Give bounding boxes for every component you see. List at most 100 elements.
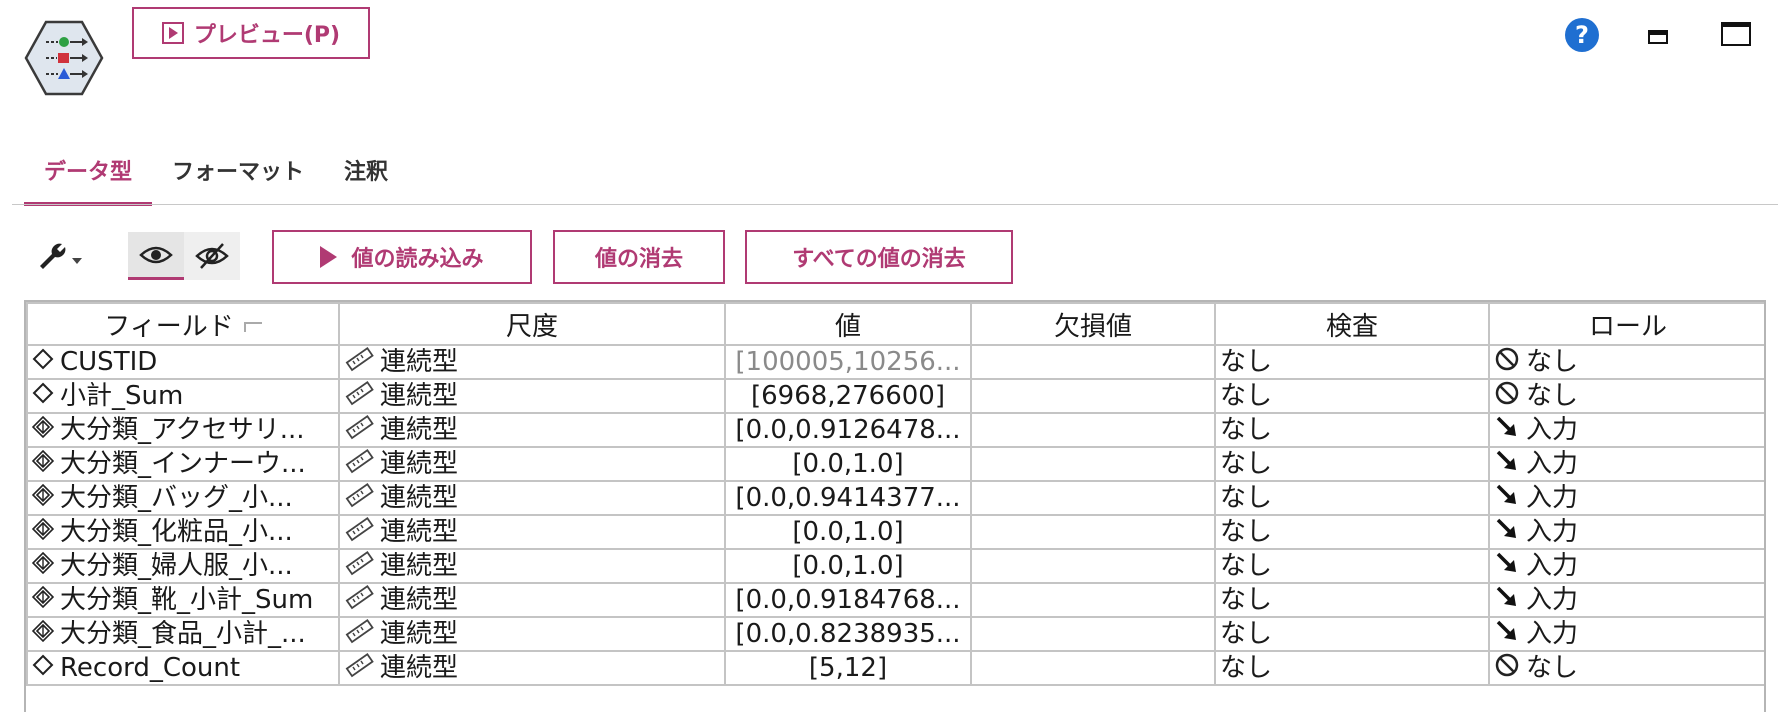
check-cell[interactable]: なし [1214,378,1490,414]
input-role-icon [1494,483,1520,513]
missing-cell[interactable] [970,344,1216,380]
missing-cell[interactable] [970,378,1216,414]
missing-cell[interactable] [970,514,1216,550]
measure-label: 連続型 [380,484,459,512]
ruler-icon [344,381,374,411]
field-cell[interactable]: 大分類_インナーウ... [26,446,340,482]
missing-cell[interactable] [970,582,1216,618]
field-cell[interactable]: Record_Count [26,650,340,686]
column-header-missing[interactable]: 欠損値 [970,302,1216,346]
values-cell[interactable]: [100005,10256... [724,344,972,380]
ruler-icon [344,585,374,615]
column-header-measure[interactable]: 尺度 [338,302,726,346]
table-row[interactable]: 大分類_インナーウ... 連続型 [0.0,1.0] なし 入力 [26,446,1764,482]
role-cell[interactable]: 入力 [1488,548,1764,584]
field-name: 大分類_化粧品_小... [60,518,293,546]
minimize-icon[interactable] [1648,30,1668,44]
check-cell[interactable]: なし [1214,446,1490,482]
missing-cell[interactable] [970,446,1216,482]
field-cell[interactable]: 大分類_アクセサリ... [26,412,340,448]
role-cell[interactable]: 入力 [1488,514,1764,550]
table-row[interactable]: 大分類_靴_小計_Sum 連続型 [0.0,0.9184768... なし 入力 [26,582,1764,618]
role-cell[interactable]: なし [1488,344,1764,380]
role-cell[interactable]: 入力 [1488,412,1764,448]
clear-values-button[interactable]: 値の消去 [553,230,725,284]
field-cell[interactable]: 大分類_バッグ_小... [26,480,340,516]
check-cell[interactable]: なし [1214,582,1490,618]
field-cell[interactable]: 大分類_婦人服_小... [26,548,340,584]
read-values-button[interactable]: 値の読み込み [272,230,532,284]
field-cell[interactable]: CUSTID [26,344,340,380]
role-cell[interactable]: 入力 [1488,582,1764,618]
measure-cell[interactable]: 連続型 [338,412,726,448]
role-cell[interactable]: 入力 [1488,616,1764,652]
show-fields-eye-icon[interactable] [128,232,184,280]
ruler-icon [344,619,374,649]
measure-cell[interactable]: 連続型 [338,480,726,516]
check-cell[interactable]: なし [1214,412,1490,448]
role-cell[interactable]: 入力 [1488,446,1764,482]
role-cell[interactable]: 入力 [1488,480,1764,516]
field-cell[interactable]: 小計_Sum [26,378,340,414]
measure-cell[interactable]: 連続型 [338,344,726,380]
role-cell[interactable]: なし [1488,378,1764,414]
check-cell[interactable]: なし [1214,344,1490,380]
table-row[interactable]: 大分類_化粧品_小... 連続型 [0.0,1.0] なし 入力 [26,514,1764,550]
maximize-icon[interactable] [1721,22,1751,46]
missing-cell[interactable] [970,650,1216,686]
measure-cell[interactable]: 連続型 [338,650,726,686]
values-cell[interactable]: [0.0,0.9184768... [724,582,972,618]
table-row[interactable]: 大分類_アクセサリ... 連続型 [0.0,0.9126478... なし 入力 [26,412,1764,448]
measure-cell[interactable]: 連続型 [338,446,726,482]
field-cell[interactable]: 大分類_化粧品_小... [26,514,340,550]
missing-cell[interactable] [970,412,1216,448]
tab-format[interactable]: フォーマット [152,140,324,206]
hide-fields-eye-icon[interactable] [184,232,240,280]
tab-annotations[interactable]: 注釈 [324,140,408,206]
measure-cell[interactable]: 連続型 [338,514,726,550]
preview-button[interactable]: プレビュー(P) [132,7,370,59]
values-cell[interactable]: [0.0,0.9414377... [724,480,972,516]
values-cell[interactable]: [0.0,1.0] [724,548,972,584]
check-cell[interactable]: なし [1214,480,1490,516]
column-header-check[interactable]: 検査 [1214,302,1490,346]
values-cell[interactable]: [5,12] [724,650,972,686]
field-cell[interactable]: 大分類_靴_小計_Sum [26,582,340,618]
missing-cell[interactable] [970,548,1216,584]
missing-cell[interactable] [970,480,1216,516]
table-row[interactable]: 大分類_バッグ_小... 連続型 [0.0,0.9414377... なし 入力 [26,480,1764,516]
values-cell[interactable]: [0.0,0.8238935... [724,616,972,652]
measure-cell[interactable]: 連続型 [338,378,726,414]
ruler-icon [344,347,374,377]
check-cell[interactable]: なし [1214,514,1490,550]
table-row[interactable]: 大分類_婦人服_小... 連続型 [0.0,1.0] なし 入力 [26,548,1764,584]
values-cell[interactable]: [0.0,0.9126478... [724,412,972,448]
clear-all-values-button[interactable]: すべての値の消去 [745,230,1013,284]
field-cell[interactable]: 大分類_食品_小計_... [26,616,340,652]
wrench-menu-icon[interactable] [34,236,86,276]
help-icon[interactable]: ? [1565,18,1599,52]
check-cell[interactable]: なし [1214,650,1490,686]
table-row[interactable]: 大分類_食品_小計_... 連続型 [0.0,0.8238935... なし 入力 [26,616,1764,652]
measure-cell[interactable]: 連続型 [338,616,726,652]
check-cell[interactable]: なし [1214,616,1490,652]
role-cell[interactable]: なし [1488,650,1764,686]
column-header-field[interactable]: フィールド [26,302,340,346]
values-cell[interactable]: [0.0,1.0] [724,446,972,482]
measure-cell[interactable]: 連続型 [338,548,726,584]
column-header-values[interactable]: 値 [724,302,972,346]
missing-cell[interactable] [970,616,1216,652]
measure-cell[interactable]: 連続型 [338,582,726,618]
typeless-diamond-icon [32,348,54,376]
tab-types[interactable]: データ型 [24,140,153,206]
column-header-role[interactable]: ロール [1488,302,1764,346]
table-row[interactable]: 小計_Sum 連続型 [6968,276600] なし なし [26,378,1764,414]
table-row[interactable]: Record_Count 連続型 [5,12] なし なし [26,650,1764,686]
table-row[interactable]: CUSTID 連続型 [100005,10256... なし なし [26,344,1764,380]
values-cell[interactable]: [0.0,1.0] [724,514,972,550]
ruler-icon [344,449,374,479]
field-name: 大分類_バッグ_小... [60,484,293,512]
values-cell[interactable]: [6968,276600] [724,378,972,414]
check-cell[interactable]: なし [1214,548,1490,584]
measure-label: 連続型 [380,450,459,478]
